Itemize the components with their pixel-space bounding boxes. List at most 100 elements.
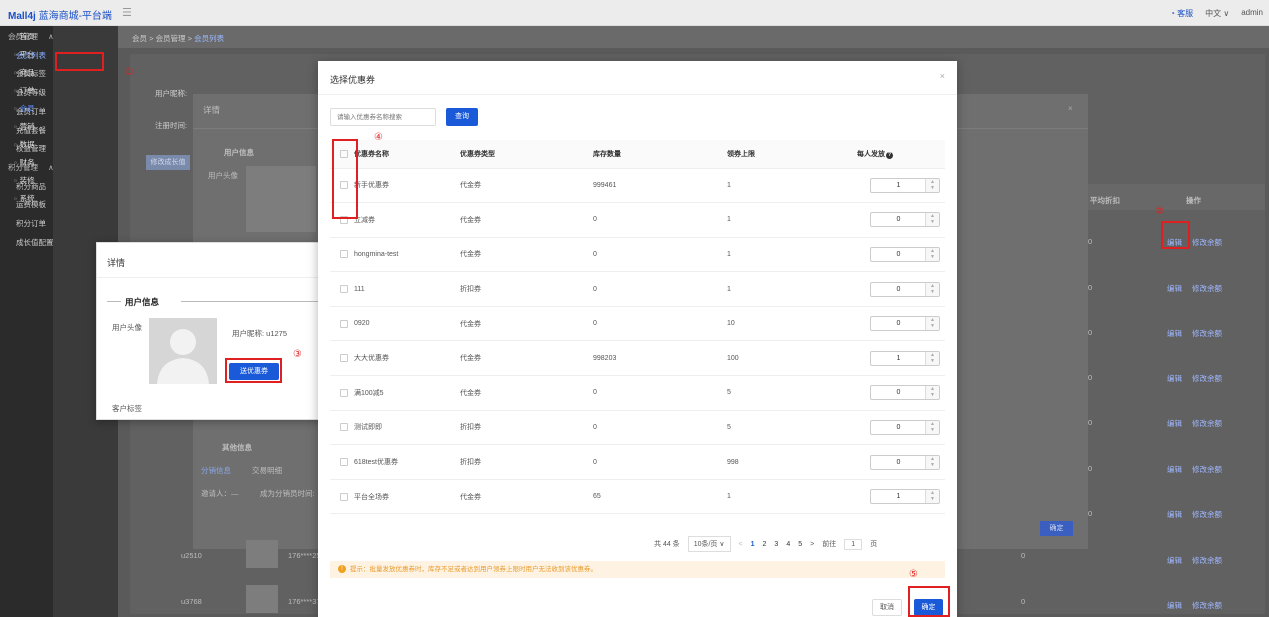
stepper-arrows-icon[interactable]: ▲ ▼ bbox=[925, 386, 939, 400]
subnav-item[interactable]: 充值套餐 bbox=[0, 122, 65, 140]
row-checkbox[interactable] bbox=[340, 250, 348, 259]
subnav-item[interactable]: 会员等级 bbox=[0, 84, 65, 102]
tip-bar: ! 提示：批量发放优惠券时，库存不足或者达到用户领券上限时用户无法收到该优惠券。 bbox=[330, 561, 945, 578]
filter-nickname-label: 用户昵称: bbox=[155, 89, 188, 98]
per-user-stepper[interactable]: 0 ▲ ▼ bbox=[870, 212, 940, 228]
bg-confirm-button[interactable]: 确定 bbox=[1040, 521, 1073, 536]
subnav-item[interactable]: 成长值配置 bbox=[0, 234, 65, 252]
row-checkbox[interactable] bbox=[340, 492, 348, 501]
edit-balance-link[interactable]: 修改余额 bbox=[1192, 555, 1222, 566]
subnav-item[interactable]: 权益管理 bbox=[0, 140, 65, 158]
page-4[interactable]: 4 bbox=[786, 541, 790, 548]
subnav-item[interactable]: 积分订单 bbox=[0, 215, 65, 233]
bg-close-icon[interactable]: × bbox=[1068, 104, 1073, 113]
subnav-item[interactable]: 运费模板 bbox=[0, 196, 65, 214]
edit-balance-link[interactable]: 修改余额 bbox=[1192, 328, 1222, 339]
table-row[interactable]: 111 折扣券 0 1 0 ▲ ▼ bbox=[330, 271, 945, 307]
stepper-arrows-icon[interactable]: ▲ ▼ bbox=[925, 351, 939, 365]
edit-link[interactable]: 编辑 bbox=[1167, 283, 1182, 294]
coupon-limit: 10 bbox=[727, 306, 843, 342]
page-size-select[interactable]: 10条/页 ∨ bbox=[687, 536, 731, 552]
stepper-arrows-icon[interactable]: ▲ ▼ bbox=[925, 490, 939, 504]
table-row[interactable]: 立减券 代金券 0 1 0 ▲ ▼ bbox=[330, 202, 945, 238]
row-checkbox[interactable] bbox=[340, 423, 348, 432]
table-row[interactable]: 满100减5 代金券 0 5 0 ▲ ▼ bbox=[330, 375, 945, 411]
per-user-stepper[interactable]: 1 ▲ ▼ bbox=[870, 489, 940, 505]
table-row[interactable]: 测试即即 折扣券 0 5 0 ▲ ▼ bbox=[330, 410, 945, 446]
cancel-button[interactable]: 取消 bbox=[872, 599, 902, 616]
page-2[interactable]: 2 bbox=[763, 541, 767, 548]
tab-distribution[interactable]: 分销信息 bbox=[201, 465, 231, 476]
next-page-button[interactable]: > bbox=[810, 541, 814, 548]
edit-link[interactable]: 编辑 bbox=[1167, 600, 1182, 611]
table-row[interactable]: 平台全场券 代金券 65 1 1 ▲ ▼ bbox=[330, 479, 945, 515]
edit-balance-link[interactable]: 修改余额 bbox=[1192, 283, 1222, 294]
coupon-search-input[interactable] bbox=[330, 108, 436, 126]
row-checkbox[interactable] bbox=[340, 354, 348, 363]
language-select[interactable]: 中文 ∨ bbox=[1205, 8, 1229, 19]
edit-balance-link[interactable]: 修改余额 bbox=[1192, 418, 1222, 429]
per-user-stepper[interactable]: 1 ▲ ▼ bbox=[870, 350, 940, 366]
row-checkbox[interactable] bbox=[340, 285, 348, 294]
table-row[interactable]: hongmina-test 代金券 0 1 0 ▲ ▼ bbox=[330, 237, 945, 273]
per-user-stepper[interactable]: 0 ▲ ▼ bbox=[870, 281, 940, 297]
coupon-type: 代金券 bbox=[460, 168, 593, 204]
subnav-item[interactable]: 会员订单 bbox=[0, 103, 65, 121]
subnav-item[interactable]: 会员管理 ∧ bbox=[0, 28, 65, 46]
table-row[interactable]: 新手优惠券 代金券 999461 1 1 ▲ ▼ bbox=[330, 168, 945, 204]
query-button[interactable]: 查询 bbox=[446, 108, 478, 126]
coupon-type: 代金券 bbox=[460, 375, 593, 411]
per-user-stepper[interactable]: 0 ▲ ▼ bbox=[870, 246, 940, 262]
edit-balance-link[interactable]: 修改余额 bbox=[1192, 600, 1222, 611]
chevron-up-icon: ∧ bbox=[46, 162, 54, 172]
row-checkbox[interactable] bbox=[340, 458, 348, 467]
service-link[interactable]: ◔ 客服 bbox=[1170, 8, 1193, 19]
coupon-name: 平台全场券 bbox=[354, 479, 460, 515]
edit-link[interactable]: 编辑 bbox=[1167, 555, 1182, 566]
row-checkbox[interactable] bbox=[340, 388, 348, 397]
edit-growth-button[interactable]: 修改成长值 bbox=[146, 155, 190, 170]
per-user-stepper[interactable]: 0 ▲ ▼ bbox=[870, 316, 940, 332]
row-checkbox[interactable] bbox=[340, 319, 348, 328]
help-icon[interactable]: ? bbox=[886, 151, 893, 159]
table-row[interactable]: 618test优惠券 折扣券 0 998 0 ▲ ▼ bbox=[330, 444, 945, 480]
close-icon[interactable]: × bbox=[940, 71, 945, 81]
stepper-arrows-icon[interactable]: ▲ ▼ bbox=[925, 213, 939, 227]
stepper-arrows-icon[interactable]: ▲ ▼ bbox=[925, 317, 939, 331]
annotation-1: ① bbox=[125, 67, 134, 78]
page-5[interactable]: 5 bbox=[798, 541, 802, 548]
stepper-arrows-icon[interactable]: ▲ ▼ bbox=[925, 420, 939, 434]
edit-link[interactable]: 编辑 bbox=[1167, 464, 1182, 475]
subnav-item[interactable]: 积分商品 bbox=[0, 178, 65, 196]
per-user-stepper[interactable]: 1 ▲ ▼ bbox=[870, 177, 940, 193]
stepper-arrows-icon[interactable]: ▲ ▼ bbox=[925, 178, 939, 192]
edit-link[interactable]: 编辑 bbox=[1167, 509, 1182, 520]
goto-page-input[interactable]: 1 bbox=[844, 538, 863, 550]
page-1[interactable]: 1 bbox=[751, 541, 755, 548]
stepper-arrows-icon[interactable]: ▲ ▼ bbox=[925, 282, 939, 296]
table-row[interactable]: 大大优惠券 代金券 998203 100 1 ▲ ▼ bbox=[330, 340, 945, 377]
per-user-stepper[interactable]: 0 ▲ ▼ bbox=[870, 385, 940, 401]
subnav-item[interactable]: 积分管理 ∧ bbox=[0, 159, 65, 177]
stepper-arrows-icon[interactable]: ▲ ▼ bbox=[925, 455, 939, 469]
per-user-stepper[interactable]: 0 ▲ ▼ bbox=[870, 454, 940, 470]
edit-link[interactable]: 编辑 bbox=[1167, 418, 1182, 429]
coupon-limit: 1 bbox=[727, 168, 843, 204]
tab-trade[interactable]: 交易明细 bbox=[252, 465, 282, 476]
edit-balance-link[interactable]: 修改余额 bbox=[1192, 237, 1222, 248]
edit-link[interactable]: 编辑 bbox=[1167, 373, 1182, 384]
prev-page-button[interactable]: < bbox=[739, 541, 743, 548]
avg-discount-value: 0 bbox=[1088, 509, 1093, 518]
per-user-stepper[interactable]: 0 ▲ ▼ bbox=[870, 419, 940, 435]
stepper-arrows-icon[interactable]: ▲ ▼ bbox=[925, 247, 939, 261]
user-menu[interactable]: admin bbox=[1241, 8, 1263, 19]
edit-link[interactable]: 编辑 bbox=[1167, 328, 1182, 339]
breadcrumb: 会员 > 会员管理 > 会员列表 bbox=[118, 26, 1269, 48]
table-row[interactable]: 0920 代金券 0 10 0 ▲ ▼ bbox=[330, 306, 945, 342]
edit-balance-link[interactable]: 修改余额 bbox=[1192, 373, 1222, 384]
edit-balance-link[interactable]: 修改余额 bbox=[1192, 509, 1222, 520]
logo: Mall4j 蓝海商城-平台端 bbox=[8, 11, 112, 22]
page-3[interactable]: 3 bbox=[774, 541, 778, 548]
edit-balance-link[interactable]: 修改余额 bbox=[1192, 464, 1222, 475]
menu-toggle-icon[interactable]: ☰ bbox=[122, 6, 132, 19]
